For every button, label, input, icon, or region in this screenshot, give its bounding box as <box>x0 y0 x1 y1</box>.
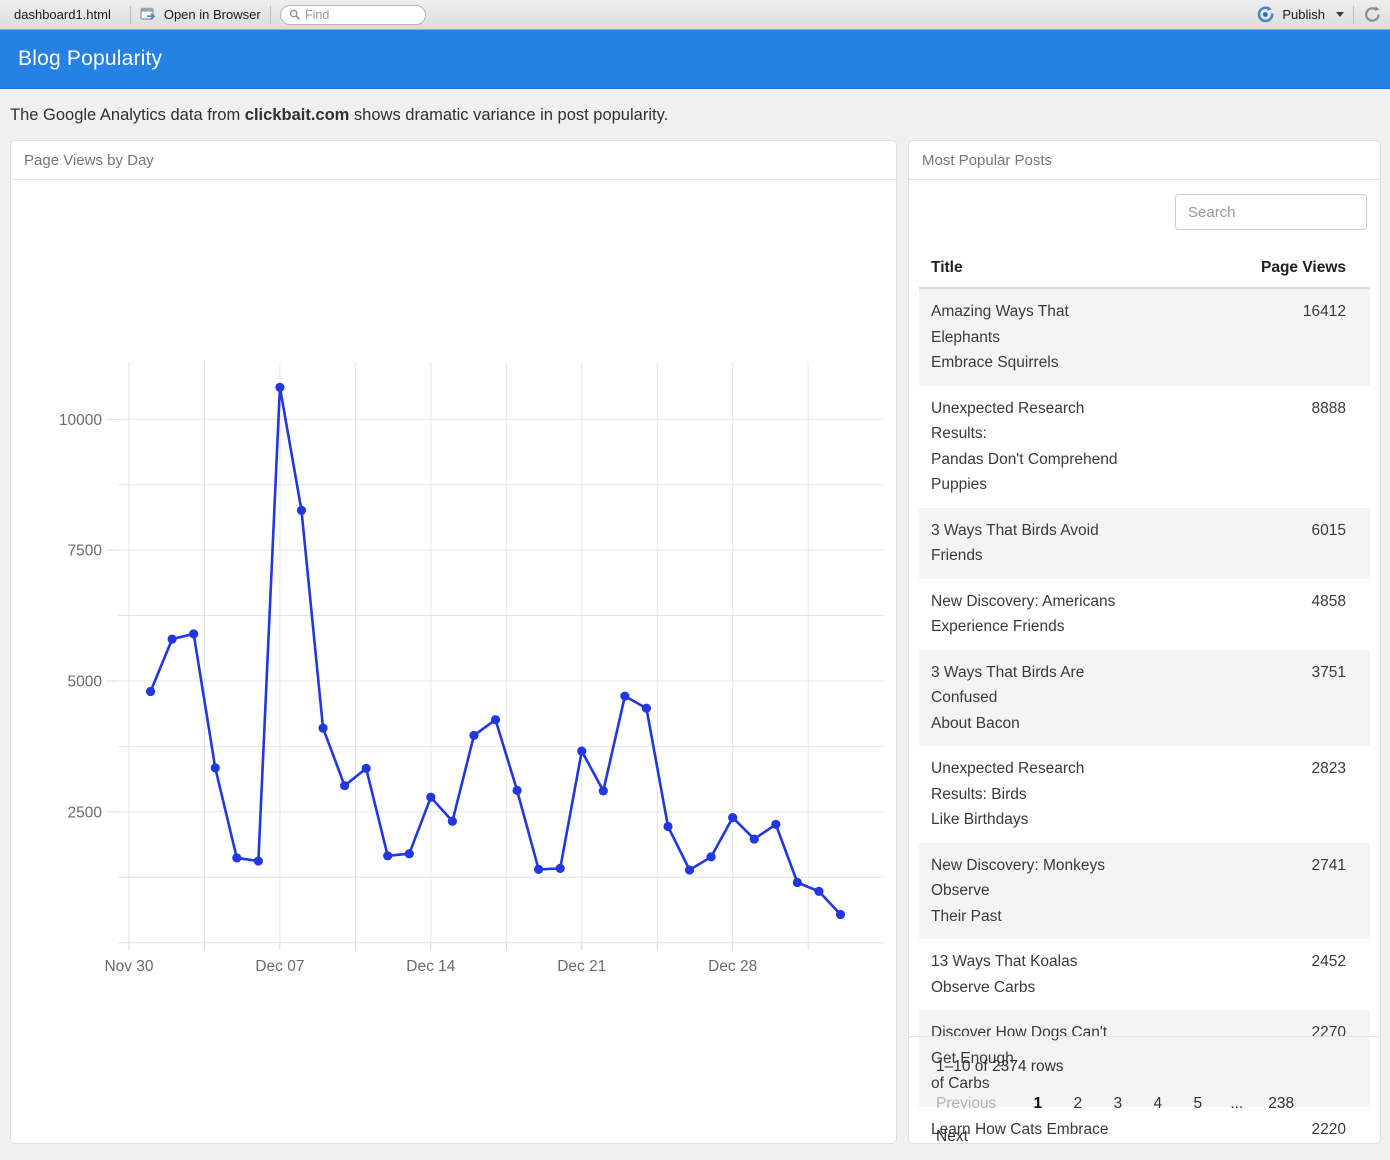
svg-text:Dec 21: Dec 21 <box>557 958 606 975</box>
post-views: 2823 <box>1145 746 1371 843</box>
svg-text:7500: 7500 <box>68 543 103 560</box>
table-search-row <box>909 180 1380 230</box>
post-title: New Discovery: Americans Experience Frie… <box>919 579 1145 650</box>
pagination-page-5[interactable]: 5 <box>1190 1095 1205 1113</box>
file-tab[interactable]: dashboard1.html <box>8 7 121 22</box>
post-title: 3 Ways That Birds Are Confused About Bac… <box>919 650 1145 747</box>
post-title: Unexpected Research Results: Pandas Don'… <box>919 386 1145 508</box>
posts-panel: Most Popular Posts Title Page Views Amaz… <box>908 140 1381 1144</box>
open-in-browser-button[interactable]: Open in Browser <box>140 7 261 22</box>
chart-panel: Page Views by Day 2500 5000 7500 10000 Nov 3… <box>10 140 897 1144</box>
svg-text:5000: 5000 <box>68 673 103 690</box>
svg-text:2500: 2500 <box>68 804 103 821</box>
post-views: 4858 <box>1145 579 1371 650</box>
line-chart[interactable]: 2500 5000 7500 10000 Nov 30 Dec 07 Dec 14 Dec 2… <box>11 180 896 1143</box>
publish-icon <box>1257 6 1275 23</box>
table-row[interactable]: 13 Ways That Koalas Observe Carbs 2452 <box>919 939 1370 1010</box>
pagination-page-4[interactable]: 4 <box>1150 1095 1165 1113</box>
app-header: Blog Popularity <box>0 30 1390 89</box>
publish-label: Publish <box>1282 7 1325 22</box>
table-search-input[interactable] <box>1175 194 1367 230</box>
viewer-window: dashboard1.html Open in Browser <box>0 0 1390 1160</box>
find-field <box>280 5 426 25</box>
subtitle-suffix: shows dramatic variance in post populari… <box>349 106 668 124</box>
pagination-page-1[interactable]: 1 <box>1030 1095 1045 1113</box>
svg-text:Dec 14: Dec 14 <box>406 958 455 975</box>
table-row[interactable]: Unexpected Research Results: Birds Like … <box>919 746 1370 843</box>
post-title: 3 Ways That Birds Avoid Friends <box>919 508 1145 579</box>
column-header-page-views[interactable]: Page Views <box>1145 251 1371 288</box>
page-subtitle: The Google Analytics data from clickbait… <box>0 89 1390 140</box>
subtitle-prefix: The Google Analytics data from <box>10 106 245 124</box>
post-views: 2452 <box>1145 939 1371 1010</box>
toolbar-separator <box>130 6 131 24</box>
pagination-ellipsis: ... <box>1230 1095 1243 1113</box>
svg-text:10000: 10000 <box>59 412 102 429</box>
find-input[interactable] <box>305 8 417 22</box>
post-views: 3751 <box>1145 650 1371 747</box>
post-views: 2741 <box>1145 843 1371 940</box>
table-footer: 1–10 of 2374 rows Previous 1 2 3 4 5 ...… <box>909 1036 1380 1145</box>
dashboard-main: Page Views by Day 2500 5000 7500 10000 Nov 3… <box>10 140 1381 1144</box>
post-title: Amazing Ways That Elephants Embrace Squi… <box>919 288 1145 386</box>
chart-panel-title: Page Views by Day <box>11 141 896 180</box>
post-title: Unexpected Research Results: Birds Like … <box>919 746 1145 843</box>
table-row[interactable]: Amazing Ways That Elephants Embrace Squi… <box>919 288 1370 386</box>
pagination-page-3[interactable]: 3 <box>1110 1095 1125 1113</box>
chevron-down-icon <box>1336 12 1344 17</box>
column-header-title[interactable]: Title <box>919 251 1145 288</box>
open-in-browser-icon <box>140 7 157 22</box>
search-icon <box>289 8 300 21</box>
open-in-browser-label: Open in Browser <box>164 7 261 22</box>
pagination-next[interactable]: Next <box>936 1128 968 1145</box>
posts-panel-body: Title Page Views Amazing Ways That Eleph… <box>909 180 1380 1144</box>
post-views: 6015 <box>1145 508 1371 579</box>
table-row[interactable]: New Discovery: Monkeys Observe Their Pas… <box>919 843 1370 940</box>
post-views: 8888 <box>1145 386 1371 508</box>
subtitle-site-name: clickbait.com <box>245 106 350 124</box>
post-views: 16412 <box>1145 288 1371 386</box>
pagination: Previous 1 2 3 4 5 ... 238 <box>909 1076 1380 1113</box>
file-tab-label: dashboard1.html <box>14 7 111 22</box>
page-title: Blog Popularity <box>18 47 162 71</box>
pagination-page-last[interactable]: 238 <box>1268 1095 1294 1113</box>
table-row[interactable]: Unexpected Research Results: Pandas Don'… <box>919 386 1370 508</box>
table-row[interactable]: 3 Ways That Birds Avoid Friends 6015 <box>919 508 1370 579</box>
svg-text:Nov 30: Nov 30 <box>104 958 153 975</box>
pagination-page-2[interactable]: 2 <box>1070 1095 1085 1113</box>
pagination-next-row: Next <box>909 1113 1380 1145</box>
post-title: 13 Ways That Koalas Observe Carbs <box>919 939 1145 1010</box>
svg-text:Dec 07: Dec 07 <box>255 958 304 975</box>
table-header-row: Title Page Views <box>919 251 1370 288</box>
refresh-icon <box>1363 5 1382 24</box>
toolbar-separator <box>270 6 271 24</box>
popular-posts-table: Title Page Views Amazing Ways That Eleph… <box>919 251 1370 1144</box>
post-title: New Discovery: Monkeys Observe Their Pas… <box>919 843 1145 940</box>
viewer-toolbar: dashboard1.html Open in Browser <box>0 0 1390 30</box>
publish-button[interactable]: Publish <box>1257 6 1344 23</box>
table-row[interactable]: 3 Ways That Birds Are Confused About Bac… <box>919 650 1370 747</box>
toolbar-separator <box>1353 6 1354 24</box>
posts-panel-title: Most Popular Posts <box>909 141 1380 180</box>
pagination-previous[interactable]: Previous <box>936 1095 996 1113</box>
line-chart-svg[interactable]: 2500 5000 7500 10000 Nov 30 Dec 07 Dec 14 Dec 2… <box>11 180 896 1143</box>
refresh-button[interactable] <box>1363 5 1382 24</box>
svg-text:Dec 28: Dec 28 <box>708 958 757 975</box>
table-row[interactable]: New Discovery: Americans Experience Frie… <box>919 579 1370 650</box>
row-range-text: 1–10 of 2374 rows <box>909 1037 1380 1076</box>
